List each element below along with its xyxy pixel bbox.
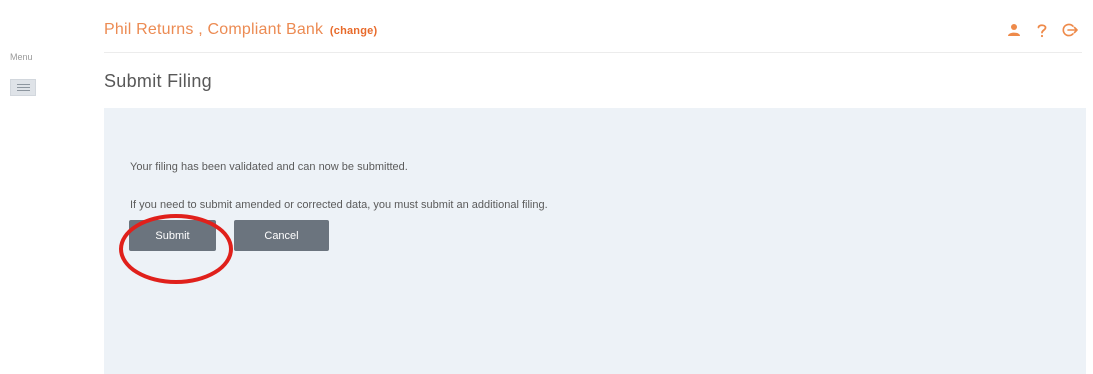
hamburger-line — [17, 90, 30, 91]
header: Phil Returns , Compliant Bank (change) — [104, 18, 1082, 53]
logout-icon[interactable] — [1062, 22, 1078, 38]
page: Menu Phil Returns , Compliant Bank (chan… — [0, 0, 1093, 374]
submit-button[interactable]: Submit — [129, 220, 216, 251]
org-name: Phil Returns , Compliant Bank — [104, 21, 324, 38]
menu-label: Menu — [10, 52, 33, 62]
submit-panel: Your filing has been validated and can n… — [104, 108, 1086, 374]
menu: Menu — [8, 52, 48, 96]
validated-message: Your filing has been validated and can n… — [130, 161, 408, 173]
change-link[interactable]: (change) — [330, 25, 377, 37]
user-icon[interactable] — [1006, 22, 1022, 38]
hamburger-line — [17, 84, 30, 85]
help-icon[interactable] — [1034, 22, 1050, 38]
amend-message: If you need to submit amended or correct… — [130, 199, 548, 211]
page-title: Submit Filing — [104, 71, 212, 91]
hamburger-icon[interactable] — [10, 79, 36, 96]
cancel-button[interactable]: Cancel — [234, 220, 329, 251]
header-icons — [1006, 22, 1078, 38]
org-title: Phil Returns , Compliant Bank (change) — [104, 21, 377, 39]
hamburger-line — [17, 87, 30, 88]
